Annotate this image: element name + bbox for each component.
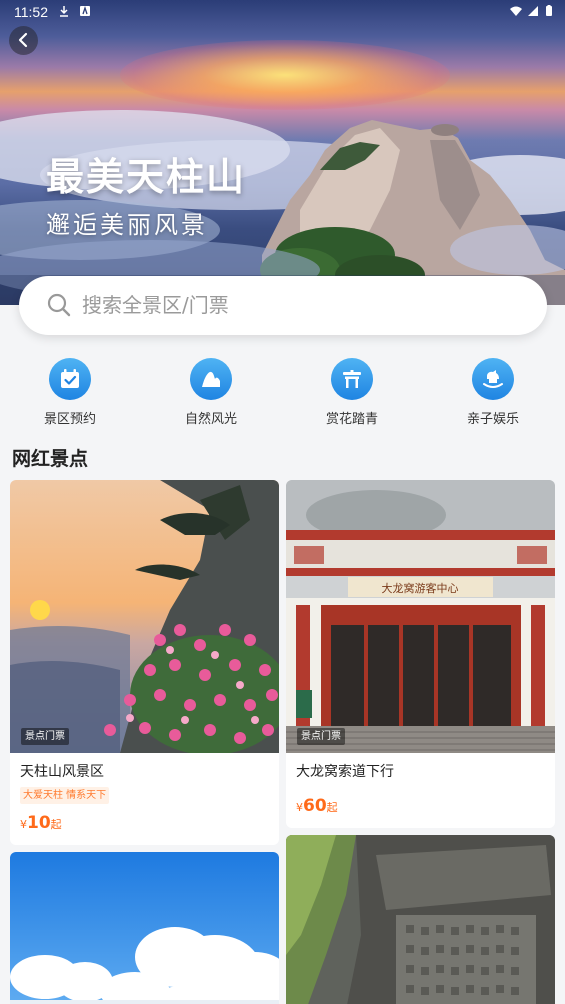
hero-banner: 11:52 最美天柱山 邂逅美丽风景 <box>0 0 565 305</box>
category-flowers[interactable]: 赏花踏青 <box>297 358 407 430</box>
attraction-image: 大龙窝游客中心 景点门票 <box>286 480 555 753</box>
attraction-card[interactable]: 景点门票 天柱山风景区 大爱天柱 情系天下 ¥10起 <box>10 480 279 845</box>
battery-icon <box>546 5 552 16</box>
attraction-badge: 大爱天柱 情系天下 <box>20 787 110 804</box>
hero-subtitle: 邂逅美丽风景 <box>46 211 208 239</box>
attraction-price: ¥60起 <box>296 796 338 816</box>
ticket-type-tag: 景点门票 <box>297 728 345 745</box>
chevron-left-icon <box>18 32 28 48</box>
app-notification-icon <box>80 5 90 16</box>
status-bar: 11:52 <box>0 0 565 24</box>
rocking-horse-icon <box>472 358 514 400</box>
price-value: 60 <box>303 796 327 816</box>
wifi-icon <box>510 6 522 16</box>
search-icon <box>47 293 71 317</box>
search-input[interactable] <box>82 286 502 324</box>
page: 11:52 最美天柱山 邂逅美丽风景 景区预约 <box>0 0 565 1004</box>
download-icon <box>60 6 68 17</box>
attraction-image <box>10 852 279 1004</box>
mountain-icon <box>190 358 232 400</box>
price-value: 10 <box>27 813 51 833</box>
signal-icon <box>528 6 538 16</box>
category-family[interactable]: 亲子娱乐 <box>438 358 548 430</box>
category-label: 自然风光 <box>184 412 237 427</box>
building-sign-text: 大龙窝游客中心 <box>382 581 459 595</box>
category-nav: 景区预约 自然风光 赏花踏青 亲子娱乐 <box>0 350 565 435</box>
category-label: 亲子娱乐 <box>466 412 519 427</box>
attraction-card[interactable]: 大龙窝游客中心 景点门票 大龙窝索道下行 ¥60起 <box>286 480 555 828</box>
price-unit: 起 <box>326 801 338 814</box>
attraction-card[interactable] <box>286 835 555 1004</box>
hero-title: 最美天柱山 <box>46 155 247 199</box>
attraction-image: 景点门票 <box>10 480 279 753</box>
search-bar[interactable] <box>19 276 547 335</box>
status-time: 11:52 <box>14 4 48 20</box>
category-label: 景区预约 <box>43 412 96 427</box>
attraction-name: 大龙窝索道下行 <box>296 764 394 780</box>
ticket-type-tag: 景点门票 <box>21 728 69 745</box>
category-scenic-booking[interactable]: 景区预约 <box>15 358 125 430</box>
price-currency: ¥ <box>20 818 27 831</box>
section-title-hot-spots: 网红景点 <box>12 448 89 470</box>
pavilion-icon <box>331 358 373 400</box>
calendar-check-icon <box>49 358 91 400</box>
category-label: 赏花踏青 <box>325 412 378 427</box>
attraction-name: 天柱山风景区 <box>20 764 104 780</box>
attraction-price: ¥10起 <box>20 813 62 833</box>
category-nature[interactable]: 自然风光 <box>156 358 266 430</box>
back-button[interactable] <box>9 26 38 55</box>
attraction-image <box>286 835 555 1004</box>
attraction-card[interactable] <box>10 852 279 1004</box>
price-currency: ¥ <box>296 801 303 814</box>
price-unit: 起 <box>50 818 62 831</box>
